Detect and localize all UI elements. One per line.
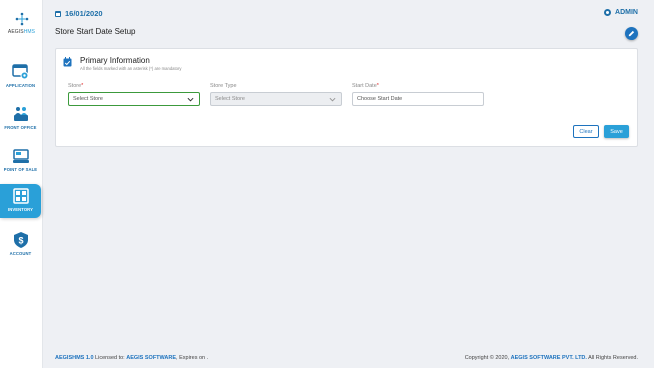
svg-text:$: $ xyxy=(18,236,23,246)
sidebar-item-label: ACCOUNT xyxy=(9,251,32,256)
footer-license: AEGISHMS 1.0 Licensed to: AEGIS SOFTWARE… xyxy=(55,355,209,361)
inventory-icon xyxy=(12,188,29,204)
store-label: Store* xyxy=(68,83,84,89)
store-type-select: Select Store xyxy=(210,92,342,106)
brand-logo[interactable]: AEGISHMS xyxy=(0,12,43,35)
edit-button[interactable] xyxy=(625,27,638,40)
front-office-icon xyxy=(13,107,28,121)
required-mark: * xyxy=(376,83,379,89)
user-name: ADMIN xyxy=(615,9,638,16)
start-date-input[interactable]: Choose Start Date xyxy=(352,92,484,106)
company-link[interactable]: AEGIS SOFTWARE PVT. LTD. xyxy=(511,355,587,361)
sidebar-item-point-of-sale[interactable]: POINT OF SALE xyxy=(0,144,41,181)
chevron-down-icon xyxy=(187,97,194,102)
sidebar-item-label: APPLICATION xyxy=(5,83,36,88)
sidebar-item-front-office[interactable]: FRONT OFFICE xyxy=(0,102,41,139)
logo-icon xyxy=(15,12,28,26)
start-date-label: Start Date* xyxy=(352,83,379,89)
calendar-icon xyxy=(55,10,61,17)
user-icon xyxy=(604,9,612,16)
licensee-link[interactable]: AEGIS SOFTWARE xyxy=(126,355,176,361)
current-date: 16/01/2020 xyxy=(55,9,103,18)
user-menu[interactable]: ADMIN xyxy=(604,9,638,16)
page-title: Store Start Date Setup xyxy=(55,27,136,36)
product-version: AEGISHMS 1.0 xyxy=(55,355,94,361)
date-text: 16/01/2020 xyxy=(65,9,103,18)
section-title: Primary Information xyxy=(80,56,150,65)
brand-name: AEGISHMS xyxy=(7,29,36,35)
pencil-icon xyxy=(628,30,635,37)
clear-button[interactable]: Clear xyxy=(573,125,599,138)
required-mark: * xyxy=(81,83,84,89)
sidebar: AEGISHMS APPLICATION FRONT OFFICE POINT … xyxy=(0,0,43,368)
point-of-sale-icon xyxy=(12,149,29,163)
sidebar-item-inventory[interactable]: INVENTORY xyxy=(0,184,41,218)
sidebar-item-account[interactable]: $ ACCOUNT xyxy=(0,228,41,265)
sidebar-item-label: INVENTORY xyxy=(7,207,34,212)
mandatory-note: All the fields marked with an asterisk (… xyxy=(80,66,182,71)
account-dollar-icon: $ xyxy=(13,232,28,248)
sidebar-item-label: POINT OF SALE xyxy=(3,167,38,172)
sidebar-item-label: FRONT OFFICE xyxy=(4,125,37,130)
store-select[interactable]: Select Store xyxy=(68,92,200,106)
store-type-label: Store Type xyxy=(210,83,237,89)
sidebar-item-application[interactable]: APPLICATION xyxy=(0,60,41,97)
footer-copyright: Copyright © 2020, AEGIS SOFTWARE PVT. LT… xyxy=(464,355,638,361)
calendar-check-icon xyxy=(63,57,72,67)
save-button[interactable]: Save xyxy=(604,125,629,138)
application-gear-icon xyxy=(11,64,28,80)
chevron-down-icon xyxy=(329,97,336,102)
primary-information-card: Primary Information All the fields marke… xyxy=(55,48,638,147)
